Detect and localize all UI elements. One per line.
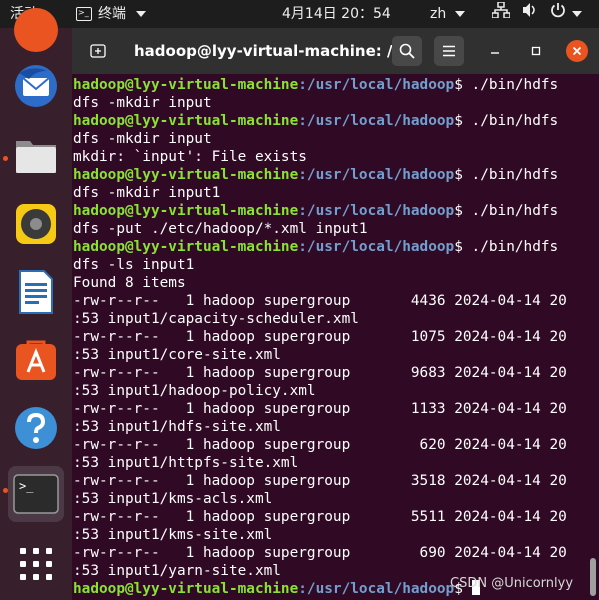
- prompt-line: hadoop@lyy-virtual-machine:/usr/local/ha…: [73, 202, 567, 220]
- output-line: dfs -mkdir input1: [73, 185, 221, 201]
- output-line: -rw-r--r-- 1 hadoop supergroup 1075 2024…: [73, 329, 567, 345]
- prompt-user: hadoop@lyy-virtual-machine: [73, 167, 299, 183]
- volume-icon[interactable]: [522, 0, 538, 28]
- dock-item-terminal[interactable]: >_: [8, 466, 64, 522]
- search-button[interactable]: [392, 36, 422, 66]
- output-line: :53 input1/capacity-scheduler.xml: [73, 311, 359, 327]
- app-menu-label: 终端: [98, 6, 126, 22]
- output-line: dfs -put ./etc/hadoop/*.xml input1: [73, 221, 368, 237]
- terminal-icon: >_: [13, 474, 59, 514]
- maximize-icon: [531, 46, 541, 56]
- search-icon: [399, 43, 415, 59]
- libreoffice-writer-icon: [19, 270, 53, 314]
- app-menu[interactable]: >_ 终端: [76, 0, 146, 28]
- prompt-line: hadoop@lyy-virtual-machine:/usr/local/ha…: [73, 112, 567, 130]
- prompt-path: :/usr/local/hadoop: [298, 167, 455, 183]
- prompt-command: $ ./bin/hdfs: [454, 113, 559, 129]
- dock-item-partial[interactable]: [8, 2, 64, 58]
- prompt-path: :/usr/local/hadoop: [298, 239, 455, 255]
- output-line: mkdir: `input': File exists: [73, 149, 307, 165]
- close-icon: [572, 46, 582, 56]
- minimize-button[interactable]: [484, 40, 506, 62]
- prompt-path: :/usr/local/hadoop: [298, 113, 455, 129]
- output-line: :53 input1/kms-site.xml: [73, 527, 273, 543]
- output-line: :53 input1/kms-acls.xml: [73, 491, 273, 507]
- output-line: :53 input1/hdfs-site.xml: [73, 419, 281, 435]
- dock: >_: [0, 8, 72, 600]
- dock-item-thunderbird[interactable]: [8, 58, 64, 114]
- output-line: :53 input1/httpfs-site.xml: [73, 455, 299, 471]
- dock-item-writer[interactable]: [8, 264, 64, 320]
- maximize-button[interactable]: [525, 40, 547, 62]
- power-icon[interactable]: [550, 0, 566, 28]
- software-center-icon: [16, 340, 56, 380]
- terminal-lines: hadoop@lyy-virtual-machine:/usr/local/ha…: [73, 76, 567, 598]
- output-line: -rw-r--r-- 1 hadoop supergroup 1133 2024…: [73, 401, 567, 417]
- scrollbar[interactable]: [590, 558, 596, 596]
- new-tab-icon: [90, 44, 106, 58]
- terminal-output[interactable]: hadoop@lyy-virtual-machine:/usr/local/ha…: [72, 74, 599, 600]
- dock-item-files[interactable]: [8, 127, 64, 183]
- output-line: -rw-r--r-- 1 hadoop supergroup 620 2024-…: [73, 437, 567, 453]
- chevron-down-icon: [136, 11, 146, 17]
- top-bar: 活动 >_ 终端 4月14日 20：54 zh: [0, 0, 599, 28]
- output-line: Found 8 items: [73, 275, 186, 291]
- output-line: -rw-r--r-- 1 hadoop supergroup 690 2024-…: [73, 545, 567, 561]
- show-apps-icon: [20, 548, 52, 580]
- prompt-command: $ ./bin/hdfs: [454, 167, 559, 183]
- prompt-user: hadoop@lyy-virtual-machine: [73, 239, 299, 255]
- prompt-path: :/usr/local/hadoop: [298, 581, 455, 597]
- prompt-path: :/usr/local/hadoop: [298, 203, 455, 219]
- prompt-line: hadoop@lyy-virtual-machine:/usr/local/ha…: [73, 166, 567, 184]
- terminal-small-icon: >_: [76, 7, 92, 21]
- dock-item-help[interactable]: [8, 400, 64, 456]
- clock[interactable]: 4月14日 20：54: [282, 0, 391, 28]
- minimize-icon: [491, 52, 499, 54]
- output-line: :53 input1/core-site.xml: [73, 347, 281, 363]
- output-line: -rw-r--r-- 1 hadoop supergroup 5511 2024…: [73, 509, 567, 525]
- output-line: dfs -mkdir input: [73, 131, 212, 147]
- dock-item-software[interactable]: [8, 332, 64, 388]
- watermark: CSDN @Unicornlyy: [450, 576, 574, 591]
- prompt-command: $ ./bin/hdfs: [454, 77, 559, 93]
- output-line: -rw-r--r-- 1 hadoop supergroup 9683 2024…: [73, 365, 567, 381]
- system-menu-chevron-icon[interactable]: [568, 0, 582, 28]
- app-icon: [14, 8, 58, 52]
- chevron-down-icon: [454, 11, 465, 17]
- prompt-line: hadoop@lyy-virtual-machine:/usr/local/ha…: [73, 76, 567, 94]
- output-line: :53 input1/hadoop-policy.xml: [73, 383, 316, 399]
- prompt-line: hadoop@lyy-virtual-machine:/usr/local/ha…: [73, 238, 567, 256]
- close-button[interactable]: [566, 40, 588, 62]
- prompt-user: hadoop@lyy-virtual-machine: [73, 113, 299, 129]
- window-title: hadoop@lyy-virtual-machine: /...: [134, 42, 410, 60]
- network-icon[interactable]: [491, 0, 511, 28]
- input-method-indicator[interactable]: zh: [430, 0, 465, 28]
- svg-text:>_: >_: [19, 479, 34, 493]
- output-line: -rw-r--r-- 1 hadoop supergroup 3518 2024…: [73, 473, 567, 489]
- prompt-command: $ ./bin/hdfs: [454, 203, 559, 219]
- dock-item-show-apps[interactable]: [8, 536, 64, 592]
- rhythmbox-icon: [16, 204, 56, 244]
- terminal-window: hadoop@lyy-virtual-machine: /... hadoop@…: [72, 28, 599, 600]
- prompt-user: hadoop@lyy-virtual-machine: [73, 77, 299, 93]
- title-bar[interactable]: hadoop@lyy-virtual-machine: /...: [72, 28, 599, 74]
- help-icon: [15, 407, 57, 449]
- output-line: dfs -ls input1: [73, 257, 195, 273]
- output-line: -rw-r--r-- 1 hadoop supergroup 4436 2024…: [73, 293, 567, 309]
- input-method-label: zh: [430, 6, 447, 22]
- prompt-user: hadoop@lyy-virtual-machine: [73, 581, 299, 597]
- prompt-path: :/usr/local/hadoop: [298, 77, 455, 93]
- prompt-user: hadoop@lyy-virtual-machine: [73, 203, 299, 219]
- files-icon: [16, 141, 56, 173]
- dock-item-rhythmbox[interactable]: [8, 196, 64, 252]
- menu-button[interactable]: [434, 36, 464, 66]
- hamburger-icon: [443, 45, 455, 57]
- new-tab-button[interactable]: [84, 37, 112, 65]
- thunderbird-icon: [15, 65, 57, 107]
- prompt-command: $ ./bin/hdfs: [454, 239, 559, 255]
- output-line: dfs -mkdir input: [73, 95, 212, 111]
